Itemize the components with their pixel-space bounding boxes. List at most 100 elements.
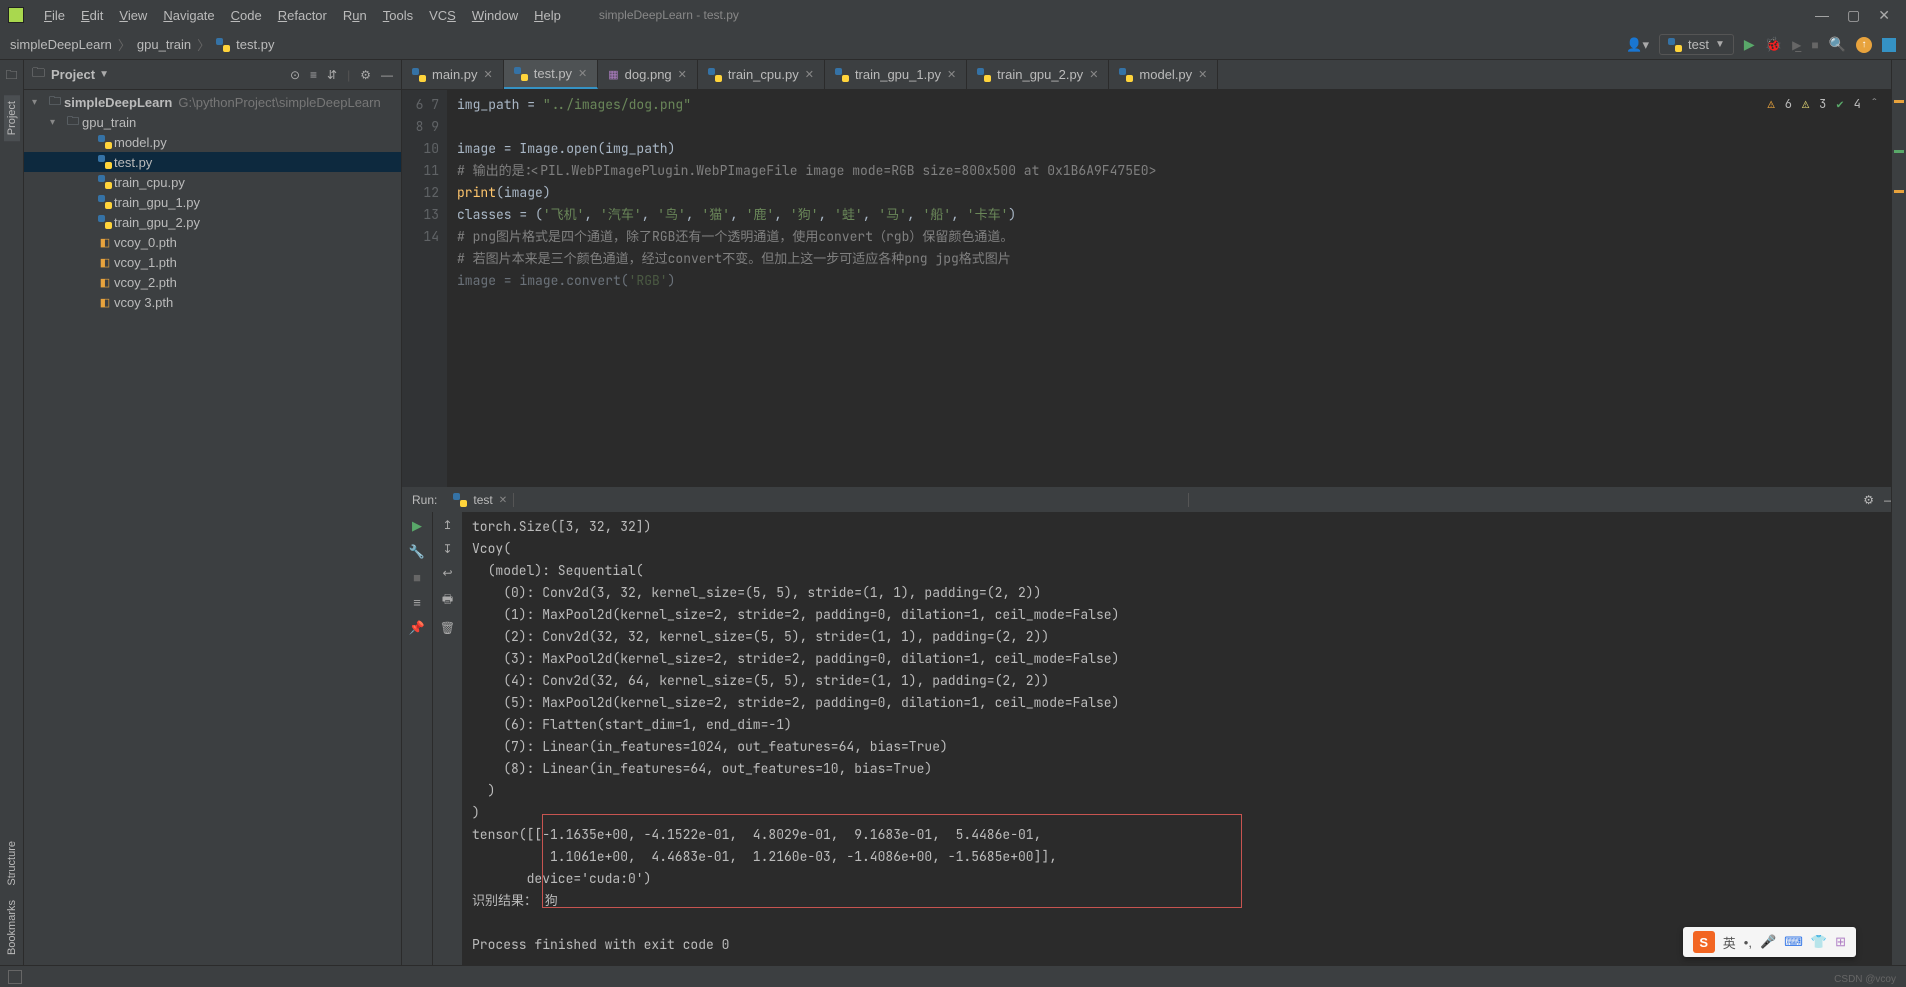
menu-help[interactable]: Help bbox=[526, 8, 569, 23]
rerun-button[interactable]: ▶ bbox=[412, 518, 422, 534]
code-editor[interactable]: 6 7 8 9 10 11 12 13 14 img_path = "../im… bbox=[402, 90, 1906, 487]
minimize-button[interactable]: — bbox=[1815, 7, 1829, 24]
expand-icon[interactable]: ▾ bbox=[50, 117, 64, 128]
menu-vcs[interactable]: VCS bbox=[421, 8, 464, 23]
menu-run[interactable]: Run bbox=[335, 8, 375, 23]
debug-button[interactable]: 🐞 bbox=[1765, 36, 1782, 53]
editor-tab[interactable]: ▦dog.png✕ bbox=[598, 60, 698, 89]
tree-file[interactable]: train_gpu_1.py bbox=[24, 192, 401, 212]
dropdown-icon[interactable]: ▼ bbox=[99, 69, 109, 80]
project-panel-title[interactable]: Project bbox=[51, 67, 95, 82]
menu-navigate[interactable]: Navigate bbox=[155, 8, 222, 23]
run-button[interactable]: ▶ bbox=[1744, 36, 1755, 53]
close-icon[interactable]: ✕ bbox=[947, 68, 956, 81]
breadcrumb-folder[interactable]: gpu_train bbox=[137, 37, 191, 52]
project-tool-icon[interactable]: 🗀 bbox=[5, 66, 17, 87]
console-output[interactable]: torch.Size([3, 32, 32]) Vcoy( (model): S… bbox=[462, 512, 1906, 965]
scroll-to-end-button[interactable]: 🖶 bbox=[442, 590, 453, 611]
menu-view[interactable]: View bbox=[111, 8, 155, 23]
project-tool-tab[interactable]: Project bbox=[4, 95, 20, 141]
ime-lang[interactable]: 英 bbox=[1723, 933, 1736, 952]
expand-icon[interactable]: ▾ bbox=[32, 97, 46, 108]
up-button[interactable]: ↥ bbox=[442, 518, 452, 532]
editor-scrollbar-strip[interactable] bbox=[1891, 60, 1906, 965]
editor-tab[interactable]: train_cpu.py✕ bbox=[698, 60, 825, 89]
weak-warning-icon[interactable]: ⚠ bbox=[1802, 96, 1809, 112]
tree-file[interactable]: train_cpu.py bbox=[24, 172, 401, 192]
tree-folder[interactable]: ▾ 🗀 gpu_train bbox=[24, 112, 401, 132]
tree-file[interactable]: train_gpu_2.py bbox=[24, 212, 401, 232]
editor-tab[interactable]: test.py✕ bbox=[504, 60, 599, 89]
tree-file[interactable]: ◧vcoy 3.pth bbox=[24, 292, 401, 312]
inspections-expand-icon[interactable]: ˆ bbox=[1871, 96, 1878, 112]
run-coverage-button[interactable]: ▶̲ bbox=[1792, 38, 1801, 52]
menu-edit[interactable]: Edit bbox=[73, 8, 111, 23]
close-icon[interactable]: ✕ bbox=[484, 68, 493, 81]
pth-file-icon: ◧ bbox=[100, 236, 110, 249]
typo-icon[interactable]: ✔ bbox=[1836, 96, 1843, 112]
stop-button[interactable]: ■ bbox=[413, 570, 421, 585]
settings-icon[interactable]: ⚙ bbox=[360, 68, 371, 82]
user-icon[interactable]: 👤▾ bbox=[1626, 37, 1649, 53]
tree-file[interactable]: ◧vcoy_1.pth bbox=[24, 252, 401, 272]
tree-file[interactable]: ◧vcoy_2.pth bbox=[24, 272, 401, 292]
breadcrumb-file[interactable]: test.py bbox=[236, 37, 274, 52]
collapse-all-icon[interactable]: ⇵ bbox=[327, 68, 337, 82]
pin-button[interactable]: 📌 bbox=[409, 620, 425, 636]
sogou-icon[interactable]: S bbox=[1693, 931, 1715, 953]
run-tab[interactable]: test ✕ bbox=[447, 491, 513, 509]
maximize-button[interactable]: ▢ bbox=[1847, 7, 1860, 24]
editor-tab[interactable]: train_gpu_1.py✕ bbox=[825, 60, 967, 89]
hide-icon[interactable]: — bbox=[381, 68, 393, 82]
tree-file[interactable]: test.py bbox=[24, 152, 401, 172]
ime-voice-icon[interactable]: 🎤 bbox=[1760, 934, 1776, 950]
project-tree[interactable]: ▾ 🗀 simpleDeepLearn G:\pythonProject\sim… bbox=[24, 90, 401, 965]
menu-code[interactable]: Code bbox=[223, 8, 270, 23]
down-button[interactable]: ↧ bbox=[442, 542, 452, 556]
close-icon[interactable]: ✕ bbox=[578, 67, 587, 80]
bookmarks-tool-tab[interactable]: Bookmarks bbox=[4, 896, 20, 959]
select-opened-file-icon[interactable]: ⊙ bbox=[290, 68, 300, 82]
warning-icon[interactable]: ⚠ bbox=[1768, 96, 1775, 112]
close-icon[interactable]: ✕ bbox=[678, 68, 687, 81]
soft-wrap-button[interactable]: ↩ bbox=[442, 566, 452, 580]
inspections-widget[interactable]: ⚠6 ⚠3 ✔4 ˆ bbox=[1768, 96, 1878, 112]
code-with-me-icon[interactable] bbox=[1882, 38, 1896, 52]
tool-windows-button[interactable] bbox=[8, 970, 22, 984]
settings-icon[interactable]: ⚙ bbox=[1863, 493, 1874, 507]
clear-button[interactable]: 🗑 bbox=[440, 621, 455, 635]
tree-root[interactable]: ▾ 🗀 simpleDeepLearn G:\pythonProject\sim… bbox=[24, 92, 401, 112]
editor-tab[interactable]: main.py✕ bbox=[402, 60, 504, 89]
attach-debugger-button[interactable]: ≡ bbox=[413, 595, 421, 610]
modify-run-button[interactable]: 🔧 bbox=[409, 544, 425, 560]
editor-tab[interactable]: train_gpu_2.py✕ bbox=[967, 60, 1109, 89]
close-button[interactable]: ✕ bbox=[1878, 7, 1890, 24]
breadcrumb-root[interactable]: simpleDeepLearn bbox=[10, 37, 112, 52]
tree-file[interactable]: ◧vcoy_0.pth bbox=[24, 232, 401, 252]
ime-tool-icon[interactable]: ⊞ bbox=[1835, 934, 1846, 950]
ime-skin-icon[interactable]: 👕 bbox=[1811, 934, 1827, 950]
tree-item-label: train_gpu_2.py bbox=[114, 215, 200, 230]
close-icon[interactable]: ✕ bbox=[1089, 68, 1098, 81]
menu-window[interactable]: Window bbox=[464, 8, 526, 23]
close-icon[interactable]: ✕ bbox=[805, 68, 814, 81]
tree-file[interactable]: model.py bbox=[24, 132, 401, 152]
ime-keyboard-icon[interactable]: ⌨ bbox=[1784, 934, 1803, 950]
ime-punct[interactable]: •, bbox=[1744, 935, 1752, 950]
menu-tools[interactable]: Tools bbox=[375, 8, 421, 23]
expand-all-icon[interactable]: ≡ bbox=[310, 68, 317, 82]
left-tool-strip: 🗀 Project bbox=[0, 60, 24, 965]
structure-tool-tab[interactable]: Structure bbox=[4, 837, 20, 890]
ime-toolbar[interactable]: S 英 •, 🎤 ⌨ 👕 ⊞ bbox=[1683, 927, 1856, 957]
image-file-icon: ▦ bbox=[608, 68, 618, 81]
ide-update-button[interactable]: ↑ bbox=[1856, 37, 1872, 53]
close-icon[interactable]: ✕ bbox=[1198, 68, 1207, 81]
code-content[interactable]: img_path = "../images/dog.png" image = I… bbox=[447, 90, 1906, 487]
menu-refactor[interactable]: Refactor bbox=[270, 8, 335, 23]
search-everywhere-button[interactable]: 🔍 bbox=[1829, 36, 1846, 53]
menu-file[interactable]: File bbox=[36, 8, 73, 23]
run-configuration-selector[interactable]: test ▼ bbox=[1659, 34, 1734, 55]
editor-tab[interactable]: model.py✕ bbox=[1109, 60, 1218, 89]
close-icon[interactable]: ✕ bbox=[499, 495, 507, 506]
stop-button[interactable]: ■ bbox=[1811, 38, 1818, 52]
